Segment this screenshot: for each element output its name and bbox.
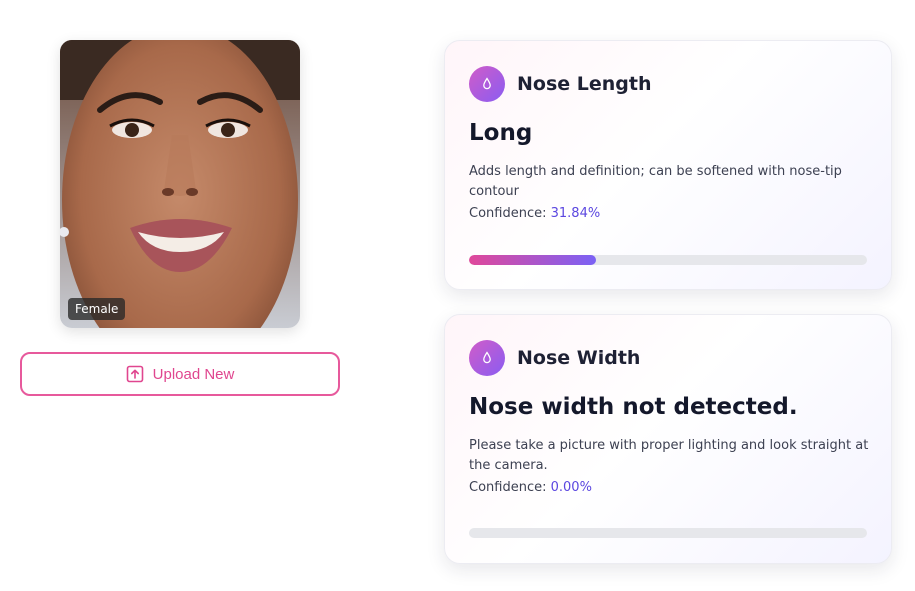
confidence-value: 0.00% xyxy=(550,480,592,495)
description-text: Please take a picture with proper lighti… xyxy=(469,438,869,473)
upload-new-label: Upload New xyxy=(152,365,235,383)
gender-badge: Female xyxy=(68,298,126,320)
face-photo: Female xyxy=(60,40,300,328)
card-title: Nose Length xyxy=(517,72,652,95)
confidence-value: 31.84% xyxy=(550,206,601,221)
nose-width-card: Nose Width Nose width not detected. Plea… xyxy=(444,314,892,564)
face-image xyxy=(60,40,300,328)
card-header: Nose Length xyxy=(469,65,867,102)
upload-icon xyxy=(126,365,143,383)
confidence-line: Confidence: 0.00% xyxy=(469,478,867,498)
description-text: Adds length and definition; can be softe… xyxy=(469,164,842,199)
droplet-icon xyxy=(469,65,505,102)
card-title: Nose Width xyxy=(517,346,641,369)
confidence-label: Confidence: xyxy=(469,206,547,221)
card-header: Nose Width xyxy=(469,339,867,376)
droplet-icon xyxy=(469,339,505,376)
result-text: Nose width not detected. xyxy=(469,394,798,420)
confidence-bar xyxy=(469,528,867,538)
upload-new-button[interactable]: Upload New xyxy=(20,352,340,396)
result-text: Long xyxy=(469,120,533,146)
nose-length-card: Nose Length Long Adds length and definit… xyxy=(444,40,892,290)
photo-panel: Female Upload New xyxy=(20,40,340,396)
confidence-bar xyxy=(469,255,867,265)
confidence-line: Confidence: 31.84% xyxy=(469,204,867,224)
confidence-label: Confidence: xyxy=(469,480,547,495)
confidence-bar-fill xyxy=(469,255,596,265)
